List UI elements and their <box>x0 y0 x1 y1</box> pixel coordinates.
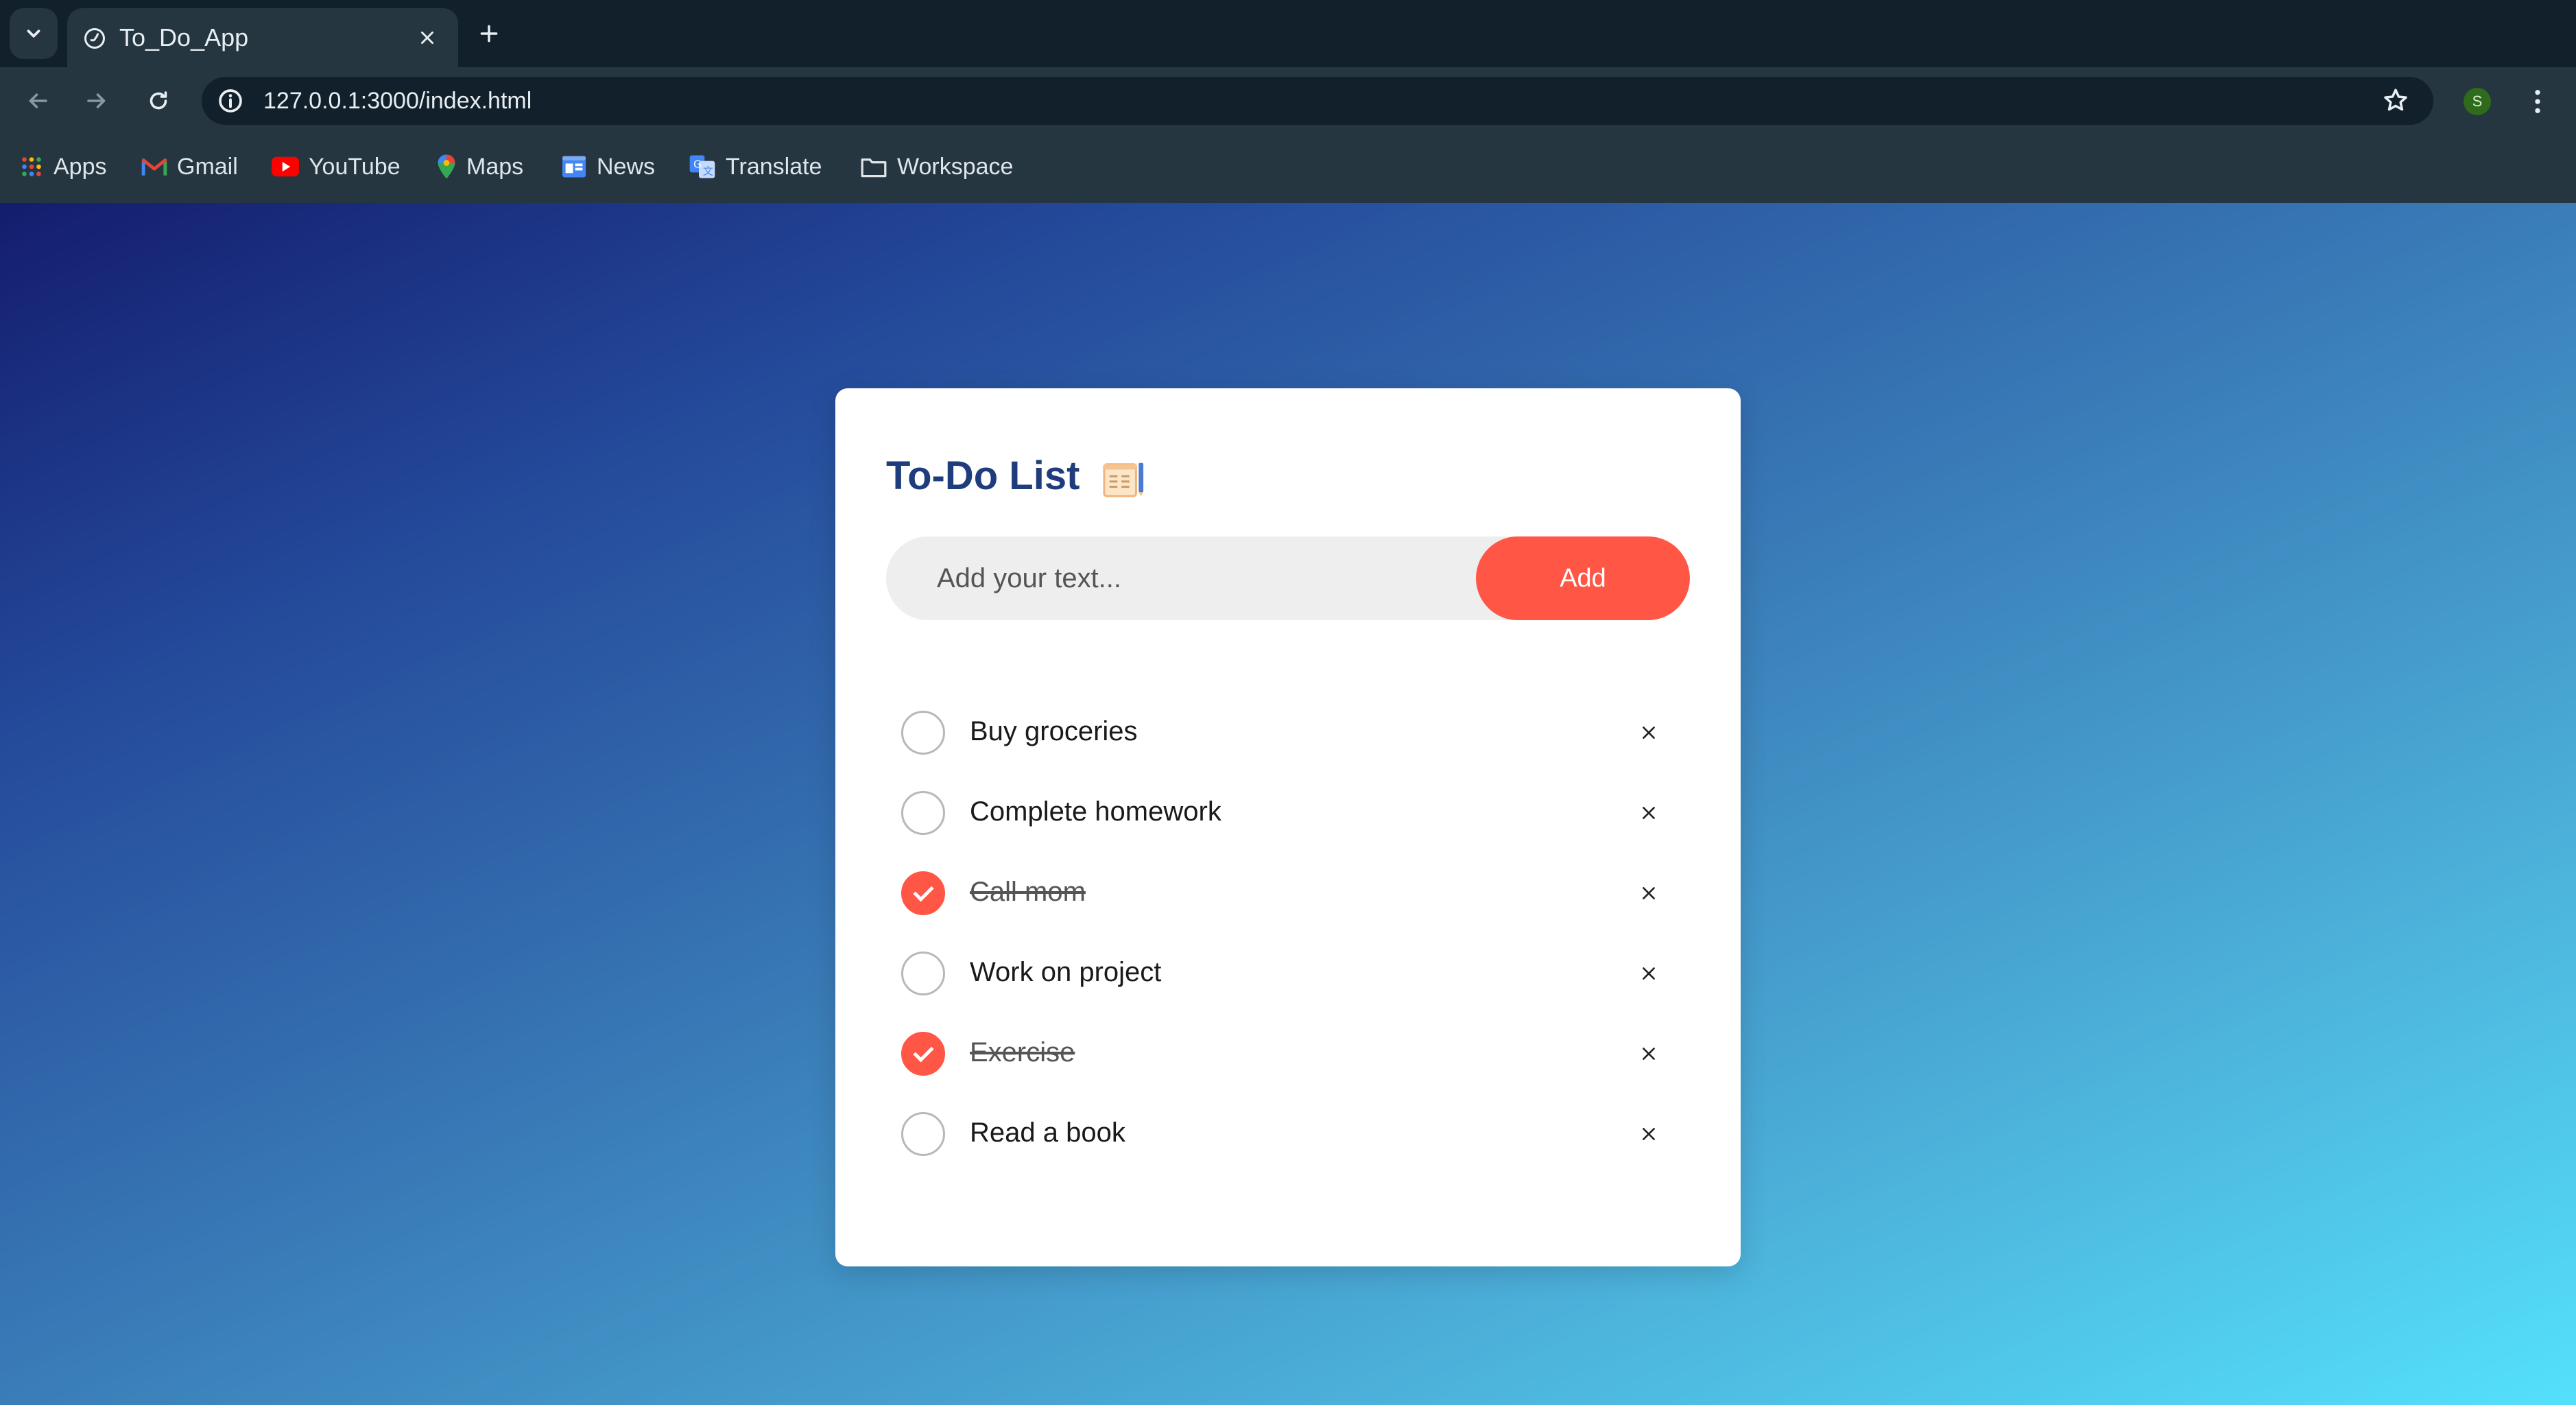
task-item[interactable]: Read a book <box>886 1094 1690 1170</box>
bookmark-maps[interactable]: Maps <box>436 151 523 182</box>
notepad-icon <box>1103 462 1144 497</box>
delete-task-button[interactable] <box>1634 958 1664 989</box>
bookmark-translate[interactable]: G文 Translate <box>689 151 822 182</box>
bookmark-star-icon[interactable] <box>2381 86 2410 115</box>
bookmarks-bar: Apps Gmail YouTube Maps News G文 Translat… <box>0 134 2576 203</box>
globe-icon <box>84 28 105 49</box>
new-tab-button[interactable] <box>473 18 505 49</box>
task-text: Complete homework <box>970 796 1221 827</box>
translate-icon: G文 <box>689 155 715 178</box>
bookmark-label: YouTube <box>309 153 401 180</box>
browser-tab[interactable]: To_Do_App <box>67 8 458 67</box>
reload-icon <box>150 91 167 110</box>
task-text: Call mom <box>970 877 1086 907</box>
task-checkbox[interactable] <box>901 952 945 995</box>
profile-avatar[interactable]: S <box>2464 88 2491 115</box>
url-text[interactable]: 127.0.0.1:3000/index.html <box>263 88 532 115</box>
tab-strip: To_Do_App <box>0 0 2576 67</box>
bookmark-apps[interactable]: Apps <box>19 151 107 182</box>
more-vertical-icon <box>2535 90 2540 113</box>
task-item[interactable]: Call mom <box>886 853 1690 929</box>
address-bar[interactable]: 127.0.0.1:3000/index.html <box>202 77 2433 125</box>
task-checkbox[interactable] <box>901 1032 945 1076</box>
bookmark-youtube[interactable]: YouTube <box>272 151 401 182</box>
task-checkbox[interactable] <box>901 791 945 835</box>
page-background: To-Do List Add Buy groceries Complete ho… <box>0 203 2576 1405</box>
task-input[interactable] <box>886 536 1490 620</box>
tab-search-button[interactable] <box>10 8 58 59</box>
close-icon <box>1643 967 1655 980</box>
delete-task-button[interactable] <box>1634 798 1664 828</box>
tab-title: To_Do_App <box>119 23 249 51</box>
svg-text:G: G <box>693 158 702 171</box>
plus-icon <box>480 25 498 43</box>
task-text: Read a book <box>970 1118 1125 1148</box>
arrow-right-icon <box>87 93 106 108</box>
add-button[interactable]: Add <box>1476 536 1690 620</box>
task-item[interactable]: Exercise <box>886 1014 1690 1089</box>
close-icon <box>1643 727 1655 739</box>
folder-icon <box>861 158 887 178</box>
browser-menu-button[interactable] <box>2524 85 2551 118</box>
bookmark-label: Maps <box>466 153 524 180</box>
back-button[interactable] <box>21 84 55 118</box>
bookmark-gmail[interactable]: Gmail <box>141 151 238 182</box>
todo-card: To-Do List Add Buy groceries Complete ho… <box>835 388 1741 1266</box>
task-item[interactable]: Work on project <box>886 934 1690 1009</box>
delete-task-button[interactable] <box>1634 1119 1664 1149</box>
close-icon <box>1643 1048 1655 1060</box>
task-item[interactable]: Complete homework <box>886 773 1690 849</box>
task-checkbox[interactable] <box>901 871 945 915</box>
close-icon <box>1643 887 1655 899</box>
site-info-icon[interactable] <box>217 87 244 115</box>
task-checkbox[interactable] <box>901 711 945 755</box>
youtube-icon <box>272 156 299 177</box>
bookmark-label: Gmail <box>177 153 238 180</box>
task-checkbox[interactable] <box>901 1112 945 1156</box>
browser-toolbar: 127.0.0.1:3000/index.html S <box>0 67 2576 134</box>
gmail-icon <box>141 158 167 176</box>
delete-task-button[interactable] <box>1634 718 1664 748</box>
task-item[interactable]: Buy groceries <box>886 693 1690 768</box>
bookmark-label: Workspace <box>897 153 1014 180</box>
bookmark-workspace[interactable]: Workspace <box>860 151 1013 182</box>
maps-icon <box>438 154 455 179</box>
arrow-left-icon <box>29 93 47 108</box>
svg-text:文: 文 <box>703 165 713 178</box>
delete-task-button[interactable] <box>1634 1039 1664 1069</box>
task-text: Exercise <box>970 1037 1075 1067</box>
bookmark-label: News <box>597 153 656 180</box>
page-title: To-Do List <box>886 453 1080 498</box>
task-text: Work on project <box>970 957 1162 987</box>
close-icon <box>1643 1128 1655 1140</box>
bookmark-news[interactable]: News <box>561 151 655 182</box>
close-icon <box>1643 807 1655 819</box>
add-task-form: Add <box>886 536 1690 620</box>
forward-button[interactable] <box>80 84 114 118</box>
bookmark-label: Translate <box>726 153 822 180</box>
tab-close-button[interactable] <box>414 25 440 51</box>
apps-grid-icon <box>22 157 41 176</box>
chevron-down-icon <box>27 29 40 38</box>
task-text: Buy groceries <box>970 716 1138 746</box>
close-icon <box>421 32 433 44</box>
delete-task-button[interactable] <box>1634 878 1664 908</box>
reload-button[interactable] <box>141 84 176 118</box>
news-icon <box>562 156 586 178</box>
bookmark-label: Apps <box>53 153 107 180</box>
